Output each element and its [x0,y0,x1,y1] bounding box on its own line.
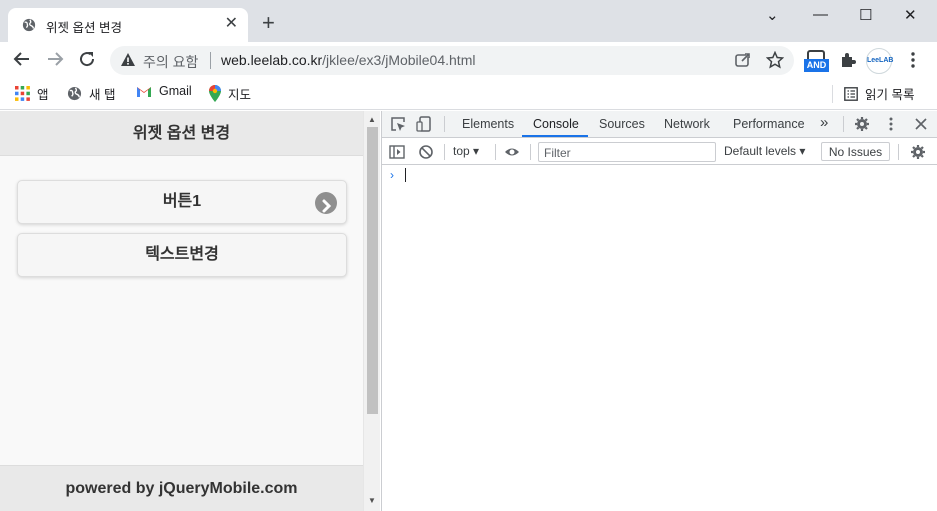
globe-icon [22,18,36,32]
bookmark-new-tab-label: 새 탭 [89,88,116,102]
profile-avatar[interactable]: LeeLAB [866,48,893,74]
address-bar[interactable]: 주의 요함 web.leelab.co.kr/jklee/ex3/jMobile… [110,46,794,75]
more-menu-icon[interactable] [904,51,922,69]
globe-icon [67,86,82,101]
close-devtools-icon[interactable] [913,116,929,132]
console-separator [530,144,531,160]
console-input-caret[interactable] [405,168,406,182]
page-header: 위젯 옵션 변경 [0,111,363,156]
apps-grid-icon [15,86,30,101]
change-text-button[interactable]: 텍스트변경 [17,233,347,277]
extensions-puzzle-icon[interactable] [839,51,857,69]
browser-toolbar: 주의 요함 web.leelab.co.kr/jklee/ex3/jMobile… [0,42,937,78]
url-host: web.leelab.co.kr [221,52,323,68]
clear-console-icon[interactable] [418,144,434,160]
extension-badge: AND [804,59,829,72]
context-selector[interactable]: top ▾ [453,144,479,158]
url-separator [210,52,211,69]
scrollbar-thumb[interactable] [367,127,378,414]
tab-title: 위젯 옵션 변경 [46,21,122,35]
extension-and[interactable]: AND [804,50,829,74]
bookmark-new-tab[interactable]: 새 탭 [67,84,115,103]
console-filter-input[interactable]: Filter [538,142,716,162]
settings-gear-icon[interactable] [854,116,870,132]
forward-button[interactable] [46,50,64,71]
reading-list-label: 읽기 목록 [865,88,915,102]
maximize-button[interactable]: ☐ [859,6,872,24]
devtools-separator [444,116,445,132]
scroll-up-arrow-icon[interactable]: ▲ [368,115,376,124]
console-toolbar: top ▾ Filter Default levels ▾ No Issues [382,138,937,165]
device-toolbar-icon[interactable] [416,116,432,132]
bookmarks-bar: 앱 새 탭 Gmail 지도 읽기 목록 [0,78,937,110]
minimize-button[interactable]: — [813,6,828,23]
tab-sources[interactable]: Sources [599,117,645,131]
maps-pin-icon [209,85,221,102]
active-tab-indicator [522,135,588,137]
scroll-down-arrow-icon[interactable]: ▼ [368,496,376,505]
url-text[interactable]: web.leelab.co.kr/jklee/ex3/jMobile04.htm… [221,52,475,68]
tab-close-icon[interactable]: ✕ [225,16,238,32]
issues-button[interactable]: No Issues [821,142,890,161]
button1-label: 버튼1 [162,193,202,210]
close-window-button[interactable]: ✕ [904,6,917,24]
browser-tab[interactable]: 위젯 옵션 변경 ✕ [8,8,248,42]
console-prompt-icon: › [390,168,394,182]
arrow-right-icon [315,192,337,214]
reload-icon [80,52,95,67]
share-icon[interactable] [734,51,752,69]
console-separator [444,144,445,160]
tab-performance[interactable]: Performance [733,117,805,131]
bookmarks-divider [832,85,833,103]
reading-list-button[interactable]: 읽기 목록 [844,84,914,103]
back-arrow-icon [13,52,29,66]
page-scrollbar[interactable]: ▲ ▼ [363,111,380,511]
context-label: top [453,144,470,158]
console-separator [495,144,496,160]
reading-list-icon [844,86,858,101]
extension-and-top [807,50,825,59]
more-tabs-icon[interactable]: » [820,114,828,131]
tab-network[interactable]: Network [664,117,710,131]
log-levels-dropdown[interactable]: Default levels ▾ [724,144,805,158]
devtools-panel: Elements Console Sources Network Perform… [381,111,937,511]
inspect-element-icon[interactable] [390,116,406,132]
url-path: /jklee/ex3/jMobile04.html [322,52,476,68]
page-viewport: 위젯 옵션 변경 버튼1 텍스트변경 powered by jQueryMobi… [0,111,363,511]
console-settings-gear-icon[interactable] [910,144,926,160]
bookmark-gmail[interactable]: Gmail [136,84,192,98]
log-levels-label: Default levels [724,144,797,158]
devtools-menu-icon[interactable] [883,116,899,132]
reload-button[interactable] [78,50,96,71]
sidebar-toggle-icon[interactable] [389,144,405,160]
bookmark-gmail-label: Gmail [159,84,192,98]
warning-icon [121,53,135,66]
bookmark-star-icon[interactable] [766,51,784,69]
tab-elements[interactable]: Elements [462,117,514,131]
button1[interactable]: 버튼1 [17,180,347,224]
bookmark-maps[interactable]: 지도 [209,84,251,103]
security-label[interactable]: 주의 요함 [143,52,198,72]
tab-search-icon[interactable]: ⌄ [766,6,779,24]
back-button[interactable] [13,50,31,71]
new-tab-button[interactable]: + [262,12,275,34]
live-expression-eye-icon[interactable] [504,144,520,160]
console-separator [898,144,899,160]
tab-strip: 위젯 옵션 변경 ✕ + ⌄ — ☐ ✕ [0,0,937,42]
bookmark-apps[interactable]: 앱 [15,84,49,103]
devtools-tabbar: Elements Console Sources Network Perform… [382,111,937,138]
bookmark-maps-label: 지도 [228,88,252,102]
devtools-separator [843,116,844,132]
tab-console[interactable]: Console [533,117,579,131]
forward-arrow-icon [48,52,64,66]
gmail-icon [137,87,151,97]
bookmark-apps-label: 앱 [37,88,49,102]
page-footer: powered by jQueryMobile.com [0,465,363,511]
